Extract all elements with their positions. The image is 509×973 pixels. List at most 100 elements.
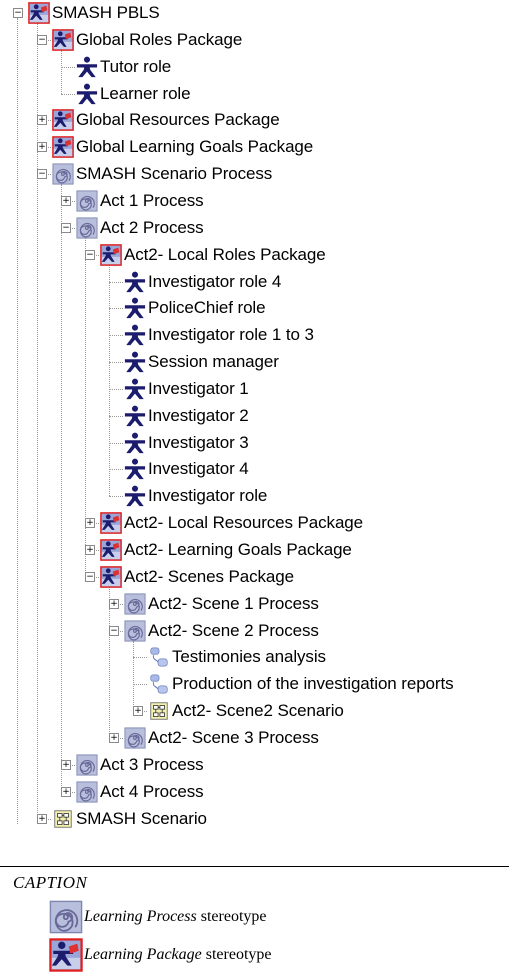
tree-node[interactable]: SMASH Scenario Process [51,162,272,186]
tree-node[interactable]: Global Roles Package [51,28,242,52]
package-icon [99,243,123,266]
tree-node[interactable]: Testimonies analysis [147,645,326,669]
package-icon [27,2,51,24]
tree-node-label: Act2- Scene 1 Process [148,593,319,613]
tree-node[interactable]: Act2- Scene2 Scenario [147,699,344,723]
tree-node[interactable]: Global Learning Goals Package [51,135,313,159]
tree-node[interactable]: SMASH PBLS [27,1,160,25]
expand-toggle[interactable]: + [109,732,119,743]
tree-node[interactable]: Act2- Local Resources Package [99,511,363,535]
activity-icon [147,673,171,695]
tree-node[interactable]: Global Resources Package [51,108,280,132]
tree-node[interactable]: Investigator role 4 [123,270,281,294]
tree-node-label: Investigator 1 [148,378,249,398]
expand-toggle[interactable]: + [85,545,95,555]
process-icon [48,899,84,935]
role-icon [123,324,147,346]
tree-node[interactable]: Investigator role 1 to 3 [123,323,314,347]
tree-node[interactable]: Investigator role [123,484,267,508]
collapse-toggle[interactable]: − [109,625,119,636]
tree-node[interactable]: Investigator 4 [123,457,249,481]
role-icon [123,458,147,480]
role-icon [123,405,147,427]
collapse-toggle[interactable]: − [37,34,47,45]
tree-node[interactable]: Act 3 Process [75,753,204,777]
scenario-icon [147,700,171,722]
role-icon [123,485,147,507]
caption-title: CAPTION [13,873,88,892]
tree-connector-line [109,496,123,498]
tree-node[interactable]: PoliceChief role [123,296,266,320]
tree-node-label: Act2- Learning Goals Package [124,540,352,559]
tree-connector-line [17,18,18,824]
tree-node-label: Global Learning Goals Package [76,137,314,157]
tree-node[interactable]: Act 1 Process [75,189,204,213]
tree-node[interactable]: Act 4 Process [75,780,204,804]
expand-toggle[interactable]: + [37,813,47,824]
tree-node[interactable]: Investigator 1 [123,377,249,401]
tree-node[interactable]: Session manager [123,350,279,374]
tree-node-label: PoliceChief role [148,298,266,318]
tree-node-label: Investigator 2 [148,405,249,425]
tree-node[interactable]: Tutor role [75,55,171,79]
tree-connector-line [109,264,110,497]
tree-node-label: Global Roles Package [76,29,243,49]
caption-package-term: Learning Package [84,946,202,963]
collapse-toggle[interactable]: − [37,169,47,180]
role-icon [75,56,99,78]
role-icon [123,351,147,373]
tree-node[interactable]: Learner role [75,82,191,106]
tree-node[interactable]: Act 2 Process [75,216,204,240]
expand-toggle[interactable]: + [61,786,71,797]
process-icon [75,781,99,803]
tree-node-label: Act 4 Process [100,781,204,801]
tree-node[interactable]: Act2- Learning Goals Package [99,538,352,562]
process-icon [75,217,99,239]
package-icon [99,512,123,534]
collapse-toggle[interactable]: − [85,249,95,260]
role-icon [75,83,99,105]
tree-node[interactable]: Act2- Scene 3 Process [123,726,319,750]
tree-node[interactable]: Production of the investigation reports [147,672,454,696]
expand-toggle[interactable]: + [61,759,71,770]
tree-node[interactable]: Act2- Scene 1 Process [123,592,319,616]
process-icon [123,593,147,615]
tree-connector-line [109,308,123,310]
tree-node-label: SMASH Scenario Process [76,164,273,184]
expand-toggle[interactable]: + [61,195,71,206]
scenario-icon [51,808,75,830]
tree-node-label: Learner role [100,83,191,103]
tree-connector-line [109,415,123,417]
tree-node[interactable]: Act2- Scene 2 Process [123,619,319,643]
tree-node-label: Act2- Scene 3 Process [148,727,319,747]
tree-node-label: Act2- Local Roles Package [124,244,326,264]
tree-connector-line [133,657,147,659]
expand-toggle[interactable]: + [37,142,47,153]
tree-node[interactable]: SMASH Scenario [51,807,207,831]
tree-connector-line [61,93,75,95]
tree-connector-line [109,469,123,471]
collapse-toggle[interactable]: − [61,222,71,233]
expand-toggle[interactable]: + [133,706,143,717]
tree-node-label: Investigator role 4 [148,271,282,291]
caption-process-term: Learning Process [84,908,197,925]
tree-node[interactable]: Investigator 3 [123,431,249,455]
tree-node[interactable]: Act2- Local Roles Package [99,243,326,267]
tree-connector-line [109,586,110,738]
tree-node-label: Investigator 3 [148,432,249,452]
expand-toggle[interactable]: + [109,598,119,609]
package-tree: − SMASH PBLS − Global Roles Package Tutor ro… [0,0,509,866]
caption-process-row: Learning Process stereotype [48,899,266,935]
tree-connector-line [61,66,75,68]
collapse-toggle[interactable]: − [85,571,95,582]
tree-connector-line [109,335,123,337]
expand-toggle[interactable]: + [37,115,47,126]
collapse-toggle[interactable]: − [13,8,23,18]
tree-node[interactable]: Investigator 2 [123,404,249,428]
expand-toggle[interactable]: + [85,518,95,529]
tree-node[interactable]: Act2- Scenes Package [99,565,294,589]
tree-connector-line [109,281,123,283]
process-icon [123,727,147,749]
activity-icon [147,646,171,668]
tree-node-label: Act2- Local Resources Package [124,513,364,533]
